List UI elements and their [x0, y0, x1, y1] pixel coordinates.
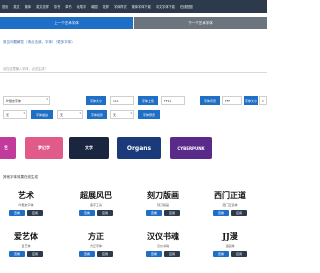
- chevron-down-icon: ▾: [46, 97, 48, 101]
- font-card[interactable]: 汉仪书魂 汉仪书魂 查看 应用: [133, 228, 193, 257]
- chevron-down-icon: ▾: [130, 111, 132, 115]
- nav-item[interactable]: 篆书: [54, 4, 60, 9]
- style-preview[interactable]: 文字: [69, 137, 109, 159]
- font-sample: 方正: [88, 230, 104, 241]
- apply-button[interactable]: 应用: [97, 251, 113, 257]
- shadow-select-value: 无: [60, 113, 64, 117]
- font-name: 造字工房: [89, 203, 102, 207]
- font-sample: 汉仪书魂: [147, 230, 179, 241]
- font-card[interactable]: JJ漫漫画体查看 应用: [200, 228, 260, 257]
- apply-button[interactable]: 应用: [231, 210, 247, 216]
- font-name: 方正字体: [89, 244, 102, 248]
- apply-button[interactable]: 应用: [97, 210, 113, 216]
- size-label: 字体大小: [86, 96, 106, 105]
- apply-button[interactable]: 应用: [27, 251, 43, 257]
- shadow-select[interactable]: 无 ▾: [57, 110, 83, 119]
- size-input[interactable]: 111: [110, 96, 134, 105]
- font-card[interactable]: 艺术叶根友字体查看 应用: [0, 187, 56, 216]
- nav-item[interactable]: 英文: [13, 4, 19, 9]
- nav-item[interactable]: 草书: [65, 4, 71, 9]
- font-sample: 爱艺体: [14, 230, 38, 241]
- style-preview[interactable]: 梦幻字: [25, 137, 63, 159]
- nav-item[interactable]: 繁体: [25, 4, 31, 9]
- font-name: 爱艺体: [21, 244, 31, 248]
- view-button[interactable]: 查看: [79, 210, 95, 216]
- shadow-label: 字体投影: [87, 110, 107, 119]
- align-label: 字体大小: [244, 96, 258, 105]
- chevron-down-icon: ▾: [23, 111, 25, 115]
- next-font-button[interactable]: 下一个艺术字体: [134, 17, 267, 29]
- stroke-select[interactable]: 无 ▾: [3, 110, 27, 119]
- text-input-row[interactable]: 请在这里输入字体，点击生成！: [0, 63, 267, 73]
- view-button[interactable]: 查看: [213, 210, 229, 216]
- font-card[interactable]: 超展风巴造字工房查看 应用: [66, 187, 126, 216]
- font-nav-tabs: 上一个艺术字体 下一个艺术字体: [0, 17, 267, 29]
- font-card[interactable]: 西门正道西门正道体查看 应用: [200, 187, 260, 216]
- view-button[interactable]: 查看: [9, 210, 25, 216]
- chevron-down-icon: ▾: [79, 111, 81, 115]
- font-sample: 艺术: [18, 189, 34, 200]
- nav-item[interactable]: 毛笔字: [77, 4, 87, 9]
- view-button[interactable]: 查看: [9, 251, 25, 257]
- controls-row-1: 叶根友字体 ▾ 字体大小 111 字体上色 FF11 字体背景 FFF 字体大小…: [0, 96, 267, 105]
- nav-item[interactable]: 首页: [2, 4, 8, 9]
- align-input[interactable]: 1: [259, 96, 267, 105]
- font-select-value: 叶根友字体: [6, 99, 22, 103]
- controls-row-2: 无 ▾ 字体描边 无 ▾ 字体投影 无 ▾ 字体预览: [0, 110, 267, 119]
- font-name: 漫画体: [225, 244, 235, 248]
- faq-link[interactable]: 常见问题解答（请点击我，字体）（更多字体）: [3, 40, 75, 45]
- bg-label: 字体背景: [200, 96, 220, 105]
- nav-item[interactable]: 韩国: [91, 4, 97, 9]
- top-nav: 首页 英文 繁体 英文花样 篆书 草书 毛笔字 韩国 花样 字体样式 繁体字体下载 中文字体下载 在线配…: [0, 0, 267, 13]
- font-sample: 刻刀版画: [147, 189, 179, 200]
- text-input-placeholder: 请在这里输入字体，点击生成！: [3, 67, 48, 71]
- font-name: 叶根友字体: [18, 203, 34, 207]
- color-input[interactable]: FF11: [161, 96, 185, 105]
- font-sample: 西门正道: [214, 189, 246, 200]
- font-name: 西门正道体: [222, 203, 238, 207]
- section-title: 其他字体效果在线生成: [3, 175, 38, 179]
- font-sample: 超展风巴: [80, 189, 112, 200]
- nav-items: 首页 英文 繁体 英文花样 篆书 草书 毛笔字 韩国 花样 字体样式 繁体字体下载 中文字体下载 在线配…: [2, 4, 193, 9]
- nav-item[interactable]: 英文花样: [36, 4, 49, 9]
- apply-button[interactable]: 应用: [27, 210, 43, 216]
- preview-button[interactable]: 字体预览: [138, 110, 160, 119]
- nav-item[interactable]: 花样: [103, 4, 109, 9]
- font-name: 汉仪书魂: [156, 244, 169, 248]
- apply-button[interactable]: 应用: [164, 251, 180, 257]
- stroke-label: 字体描边: [31, 110, 53, 119]
- nav-item[interactable]: 在线配图: [180, 4, 193, 9]
- bg-input[interactable]: FFF: [222, 96, 242, 105]
- nav-item[interactable]: 字体样式: [114, 4, 127, 9]
- font-card[interactable]: 刻刀版画 刻刀版画 查看 应用: [133, 187, 193, 216]
- nav-item[interactable]: 中文字体下载: [156, 4, 175, 9]
- view-button[interactable]: 查看: [79, 251, 95, 257]
- style-preview[interactable]: 艺: [0, 137, 16, 159]
- effect-select[interactable]: 无 ▾: [110, 110, 134, 119]
- view-button[interactable]: 查看: [146, 251, 162, 257]
- view-button[interactable]: 查看: [146, 210, 162, 216]
- font-card[interactable]: 方正方正字体查看 应用: [66, 228, 126, 257]
- style-previews: 艺梦幻字 文字 Organs CYBERPUNK: [0, 137, 267, 159]
- view-button[interactable]: 查看: [213, 251, 229, 257]
- color-label: 字体上色: [138, 96, 158, 105]
- style-preview[interactable]: Organs: [117, 137, 161, 159]
- stroke-select-value: 无: [6, 113, 10, 117]
- effect-select-value: 无: [113, 113, 117, 117]
- font-name: 刻刀版画: [156, 203, 169, 207]
- apply-button[interactable]: 应用: [231, 251, 247, 257]
- font-select[interactable]: 叶根友字体 ▾: [3, 96, 50, 105]
- nav-item[interactable]: 繁体字体下载: [132, 4, 151, 9]
- font-sample: JJ漫: [222, 230, 238, 241]
- prev-font-button[interactable]: 上一个艺术字体: [0, 17, 133, 29]
- apply-button[interactable]: 应用: [164, 210, 180, 216]
- style-preview[interactable]: CYBERPUNK: [170, 137, 212, 159]
- font-card[interactable]: 爱艺体 爱艺体 查看 应用: [0, 228, 56, 257]
